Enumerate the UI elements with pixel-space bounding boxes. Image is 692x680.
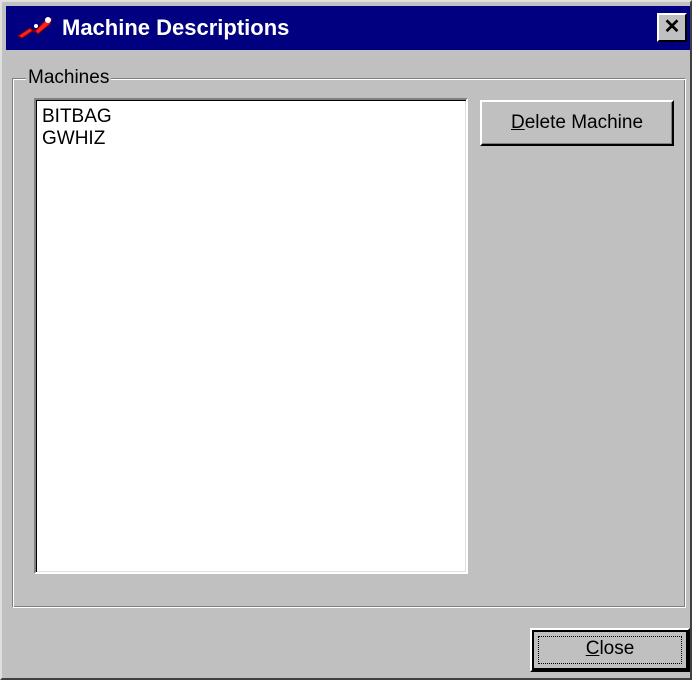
close-button[interactable]: Close xyxy=(530,628,690,672)
delete-label-rest: elete Machine xyxy=(524,112,644,133)
machines-group-label: Machines xyxy=(26,66,112,90)
focus-rectangle xyxy=(538,636,682,664)
list-item[interactable]: GWHIZ xyxy=(42,128,466,150)
window-title: Machine Descriptions xyxy=(62,15,290,40)
delete-machine-button[interactable]: Delete Machine xyxy=(480,100,674,146)
list-item[interactable]: BITBAG xyxy=(42,106,466,128)
title-bar[interactable]: Machine Descriptions ✕ xyxy=(6,6,690,50)
machines-listbox[interactable]: BITBAG GWHIZ xyxy=(34,98,468,574)
close-icon: ✕ xyxy=(663,16,681,38)
delete-mnemonic: D xyxy=(510,112,525,133)
app-logo-icon xyxy=(17,17,53,39)
machine-descriptions-dialog: Machine Descriptions ✕ Machines BITBAG G… xyxy=(0,0,692,680)
close-window-button[interactable]: ✕ xyxy=(657,13,687,42)
